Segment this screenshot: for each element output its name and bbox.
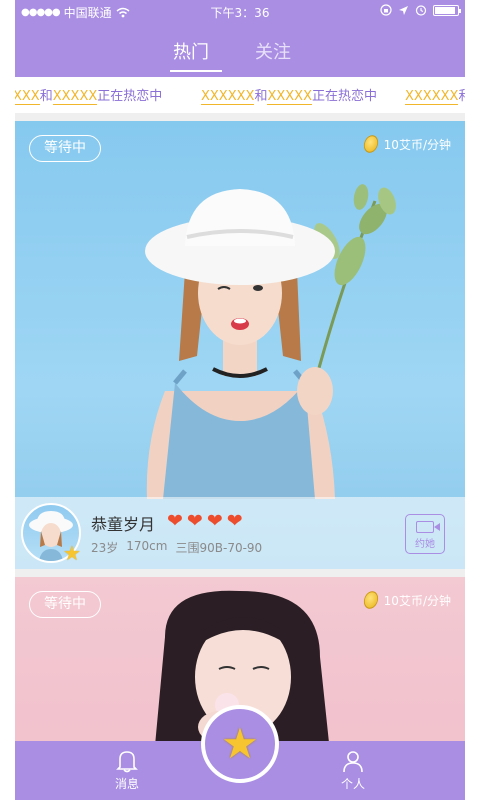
status-badge: 等待中 (29, 135, 101, 162)
marquee-name: XXXXXX (201, 89, 255, 105)
tab-messages[interactable]: 消息 (97, 749, 157, 792)
marquee-text: 正在热恋中 (311, 89, 377, 104)
marquee-item[interactable]: XXXXXX和 (405, 85, 465, 105)
host-age: 23岁 (91, 541, 119, 555)
price-tag: 10艾币/分钟 (361, 133, 451, 155)
marquee-name: XXXXXX (405, 89, 459, 105)
top-tab-bar: 热门 关注 (15, 24, 465, 77)
host-info-bar: ★ 恭童岁月 ❤ ❤ ❤ ❤ 23岁 170cm 三围90B-70-90 约她 (15, 497, 465, 569)
video-date-label: 约她 (415, 539, 435, 550)
status-right (380, 4, 461, 16)
coin-icon (361, 133, 381, 155)
marquee-joiner: 和 (254, 89, 268, 104)
host-name: 恭童岁月 (91, 515, 156, 534)
user-icon (343, 751, 363, 773)
battery-icon (433, 4, 461, 16)
location-icon (399, 5, 408, 15)
vip-star-icon: ★ (63, 541, 81, 565)
video-camera-icon (416, 521, 440, 533)
video-date-button[interactable]: 约她 (405, 514, 445, 554)
marquee-name: XXX (15, 89, 40, 105)
active-tab-indicator (170, 70, 222, 72)
price-tag: 10艾币/分钟 (361, 589, 451, 611)
marquee-name: XXXXX (52, 89, 98, 105)
bell-icon (116, 751, 138, 773)
center-star-button[interactable]: ★ (201, 705, 279, 783)
tab-profile[interactable]: 个人 (323, 749, 383, 792)
status-bar: ●●●●● 中国联通 下午3：36 (15, 0, 465, 24)
marquee-item[interactable]: XXX和XXXXX正在热恋中 (15, 85, 163, 105)
marquee-joiner: 和 (39, 89, 53, 104)
rating-hearts: ❤ ❤ ❤ ❤ (167, 511, 243, 531)
host-height: 170cm (126, 539, 168, 553)
host-meta: 23岁 170cm 三围90B-70-90 (91, 539, 262, 556)
tab-profile-label: 个人 (340, 777, 365, 791)
heart-icon: ❤ (206, 510, 223, 532)
app-screen: ●●●●● 中国联通 下午3：36 热门 关注 XXX和XXXXX正在热恋中 X… (15, 0, 465, 800)
marquee-joiner: 和 (458, 89, 465, 104)
host-card[interactable]: 等待中 10艾币/分钟 ★ 恭童岁月 ❤ ❤ ❤ ❤ 23岁 170cm 三围9… (15, 121, 465, 569)
marquee-item[interactable]: XXXXXX和XXXXX正在热恋中 (201, 85, 377, 105)
tab-follow[interactable]: 关注 (255, 38, 291, 64)
price-text: 10艾币/分钟 (383, 137, 451, 152)
status-badge: 等待中 (29, 591, 101, 618)
heart-icon: ❤ (186, 510, 203, 532)
orientation-lock-icon (380, 4, 392, 16)
coin-icon (361, 589, 381, 611)
heart-icon: ❤ (226, 510, 243, 532)
couple-marquee: XXX和XXXXX正在热恋中 XXXXXX和XXXXX正在热恋中 XXXXXX和 (15, 77, 465, 113)
star-icon: ★ (221, 719, 259, 768)
marquee-name: XXXXX (267, 89, 312, 105)
price-text: 10艾币/分钟 (383, 593, 451, 608)
tab-messages-label: 消息 (114, 777, 139, 791)
host-measurements: 三围90B-70-90 (175, 541, 263, 555)
tab-hot[interactable]: 热门 (173, 38, 209, 64)
heart-icon: ❤ (167, 510, 183, 532)
alarm-icon (415, 5, 427, 16)
marquee-text: 正在热恋中 (97, 89, 163, 104)
